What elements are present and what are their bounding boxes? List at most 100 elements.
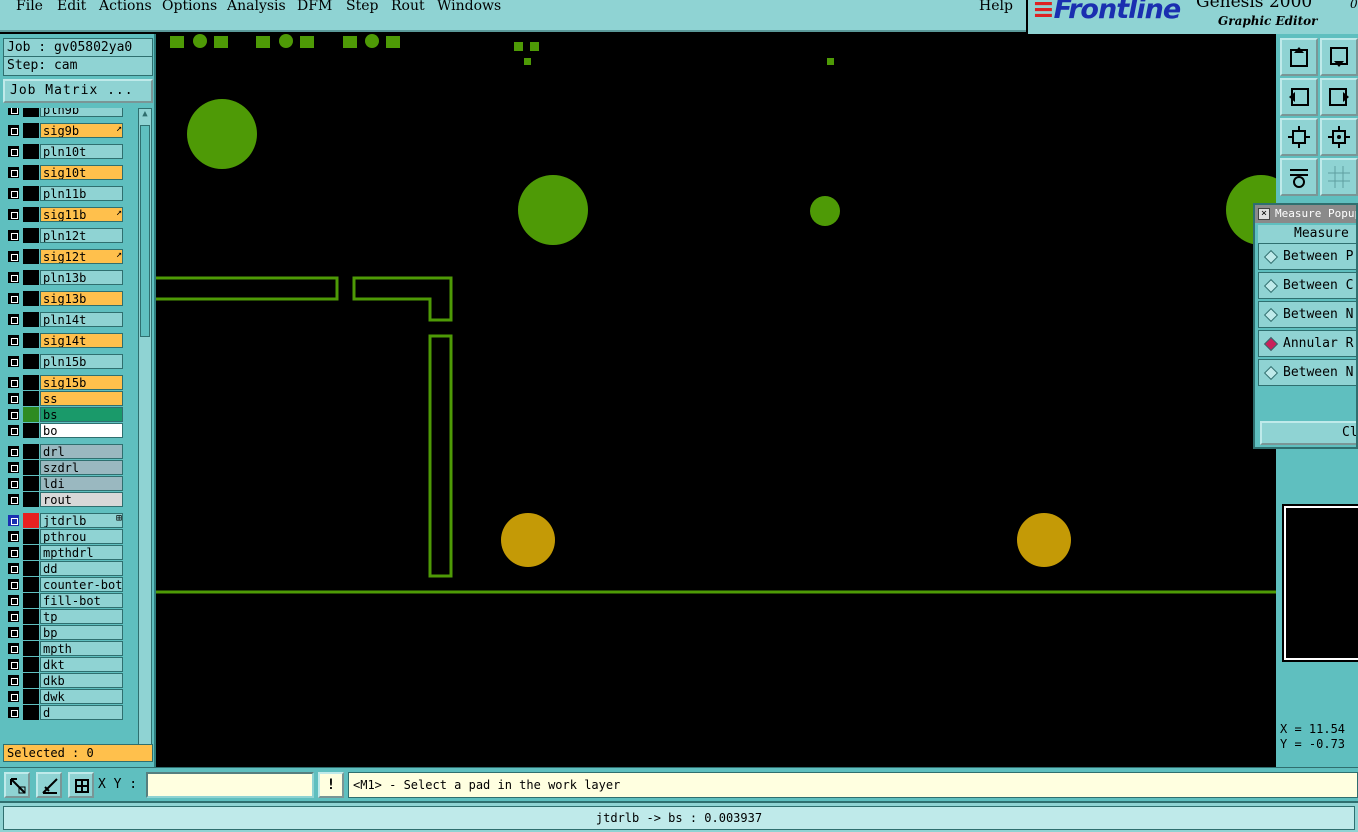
layer-checkbox[interactable] bbox=[8, 707, 19, 718]
layer-color-swatch[interactable] bbox=[23, 375, 39, 390]
popup-titlebar[interactable]: × Measure Popup bbox=[1255, 205, 1356, 223]
layer-color-swatch[interactable] bbox=[23, 460, 39, 475]
layer-checkbox[interactable] bbox=[8, 409, 19, 420]
close-icon[interactable]: × bbox=[1258, 208, 1270, 220]
graphic-canvas[interactable] bbox=[156, 34, 1276, 767]
layer-name[interactable]: pln14t bbox=[40, 312, 123, 327]
layer-name[interactable]: pln15b bbox=[40, 354, 123, 369]
layer-scrollbar[interactable]: ▲ ▼ bbox=[138, 108, 152, 762]
pan-right-button[interactable] bbox=[1320, 78, 1358, 116]
layer-checkbox[interactable] bbox=[8, 356, 19, 367]
layer-row[interactable]: dkb bbox=[5, 673, 125, 688]
pan-left-button[interactable] bbox=[1280, 78, 1318, 116]
measure-option[interactable]: Between N bbox=[1258, 359, 1356, 386]
layer-name[interactable]: tp bbox=[40, 609, 123, 624]
layer-color-swatch[interactable] bbox=[23, 657, 39, 672]
layer-row[interactable]: d bbox=[5, 705, 125, 720]
layer-color-swatch[interactable] bbox=[23, 609, 39, 624]
menu-dfm[interactable]: DFM bbox=[297, 0, 332, 14]
layer-color-swatch[interactable] bbox=[23, 249, 39, 264]
layer-checkbox[interactable] bbox=[8, 188, 19, 199]
layer-row[interactable]: mpthdrl bbox=[5, 545, 125, 560]
layer-row[interactable]: jtdrlb ⊞ bbox=[5, 513, 125, 528]
menu-options[interactable]: Options bbox=[162, 0, 217, 14]
layer-color-swatch[interactable] bbox=[23, 513, 39, 528]
layer-name[interactable]: pln10t bbox=[40, 144, 123, 159]
layer-name[interactable]: ss bbox=[40, 391, 123, 406]
layer-row[interactable]: mpth bbox=[5, 641, 125, 656]
layer-checkbox[interactable] bbox=[8, 314, 19, 325]
layer-checkbox[interactable] bbox=[8, 494, 19, 505]
layer-name[interactable]: szdrl bbox=[40, 460, 123, 475]
layer-checkbox[interactable] bbox=[8, 563, 19, 574]
layer-row[interactable]: sig13b bbox=[5, 291, 125, 306]
layer-row[interactable]: pln15b bbox=[5, 354, 125, 369]
layer-checkbox[interactable] bbox=[8, 462, 19, 473]
layer-checkbox[interactable] bbox=[8, 627, 19, 638]
layer-color-swatch[interactable] bbox=[23, 391, 39, 406]
layer-checkbox[interactable] bbox=[8, 547, 19, 558]
layer-row[interactable]: sig10t bbox=[5, 165, 125, 180]
layer-name[interactable]: drl bbox=[40, 444, 123, 459]
layer-color-swatch[interactable] bbox=[23, 444, 39, 459]
layer-color-swatch[interactable] bbox=[23, 333, 39, 348]
layer-color-swatch[interactable] bbox=[23, 228, 39, 243]
layer-checkbox[interactable] bbox=[8, 146, 19, 157]
menu-help[interactable]: Help bbox=[979, 0, 1013, 14]
layer-checkbox[interactable] bbox=[8, 659, 19, 670]
grid-snap-button[interactable] bbox=[68, 772, 94, 798]
layer-color-swatch[interactable] bbox=[23, 689, 39, 704]
layer-color-swatch[interactable] bbox=[23, 186, 39, 201]
layer-row[interactable]: pln9b bbox=[5, 108, 125, 117]
zoom-center-button[interactable] bbox=[1320, 118, 1358, 156]
layer-row[interactable]: tp bbox=[5, 609, 125, 624]
menu-file[interactable]: File bbox=[16, 0, 43, 14]
measure-option[interactable]: Between P bbox=[1258, 243, 1356, 270]
layer-name[interactable]: bp bbox=[40, 625, 123, 640]
layer-name[interactable]: dd bbox=[40, 561, 123, 576]
layer-row[interactable]: dwk bbox=[5, 689, 125, 704]
measure-option-selected[interactable]: Annular R bbox=[1258, 330, 1356, 357]
layer-row[interactable]: bs bbox=[5, 407, 125, 422]
layer-name[interactable]: sig10t bbox=[40, 165, 123, 180]
layer-row[interactable]: sig12t ↗ bbox=[5, 249, 125, 264]
layer-row[interactable]: sig9b ↗ bbox=[5, 123, 125, 138]
layer-color-swatch[interactable] bbox=[23, 291, 39, 306]
layer-color-swatch[interactable] bbox=[23, 641, 39, 656]
layer-checkbox[interactable] bbox=[8, 643, 19, 654]
layer-row[interactable]: rout bbox=[5, 492, 125, 507]
layer-color-swatch[interactable] bbox=[23, 270, 39, 285]
layer-checkbox[interactable] bbox=[8, 209, 19, 220]
pan-down-button[interactable] bbox=[1320, 38, 1358, 76]
layer-row[interactable]: pln13b bbox=[5, 270, 125, 285]
menu-actions[interactable]: Actions bbox=[99, 0, 152, 14]
menu-analysis[interactable]: Analysis bbox=[227, 0, 286, 14]
layer-row[interactable]: pln10t bbox=[5, 144, 125, 159]
layer-name[interactable]: bo bbox=[40, 423, 123, 438]
layer-name[interactable]: sig9b bbox=[40, 123, 123, 138]
layer-checkbox[interactable] bbox=[8, 515, 19, 526]
layer-color-swatch[interactable] bbox=[23, 123, 39, 138]
layer-name[interactable]: jtdrlb bbox=[40, 513, 123, 528]
menu-step[interactable]: Step bbox=[346, 0, 378, 14]
layer-checkbox[interactable] bbox=[8, 393, 19, 404]
layer-row[interactable]: pln11b bbox=[5, 186, 125, 201]
board-drawing[interactable] bbox=[156, 34, 1276, 767]
layer-row[interactable]: ss bbox=[5, 391, 125, 406]
layer-name[interactable]: d bbox=[40, 705, 123, 720]
layer-checkbox[interactable] bbox=[8, 531, 19, 542]
layer-checkbox[interactable] bbox=[8, 425, 19, 436]
layer-checkbox[interactable] bbox=[8, 611, 19, 622]
layer-name[interactable]: mpthdrl bbox=[40, 545, 123, 560]
layer-row[interactable]: pln12t bbox=[5, 228, 125, 243]
layer-name[interactable]: pln9b bbox=[40, 108, 123, 117]
overview-map[interactable] bbox=[1282, 504, 1358, 662]
layer-name[interactable]: sig13b bbox=[40, 291, 123, 306]
layer-row[interactable]: pthrou bbox=[5, 529, 125, 544]
layer-name[interactable]: rout bbox=[40, 492, 123, 507]
layer-checkbox[interactable] bbox=[8, 272, 19, 283]
layer-checkbox[interactable] bbox=[8, 675, 19, 686]
layer-checkbox[interactable] bbox=[8, 335, 19, 346]
tools-button[interactable] bbox=[1280, 158, 1318, 196]
layer-name[interactable]: sig12t bbox=[40, 249, 123, 264]
